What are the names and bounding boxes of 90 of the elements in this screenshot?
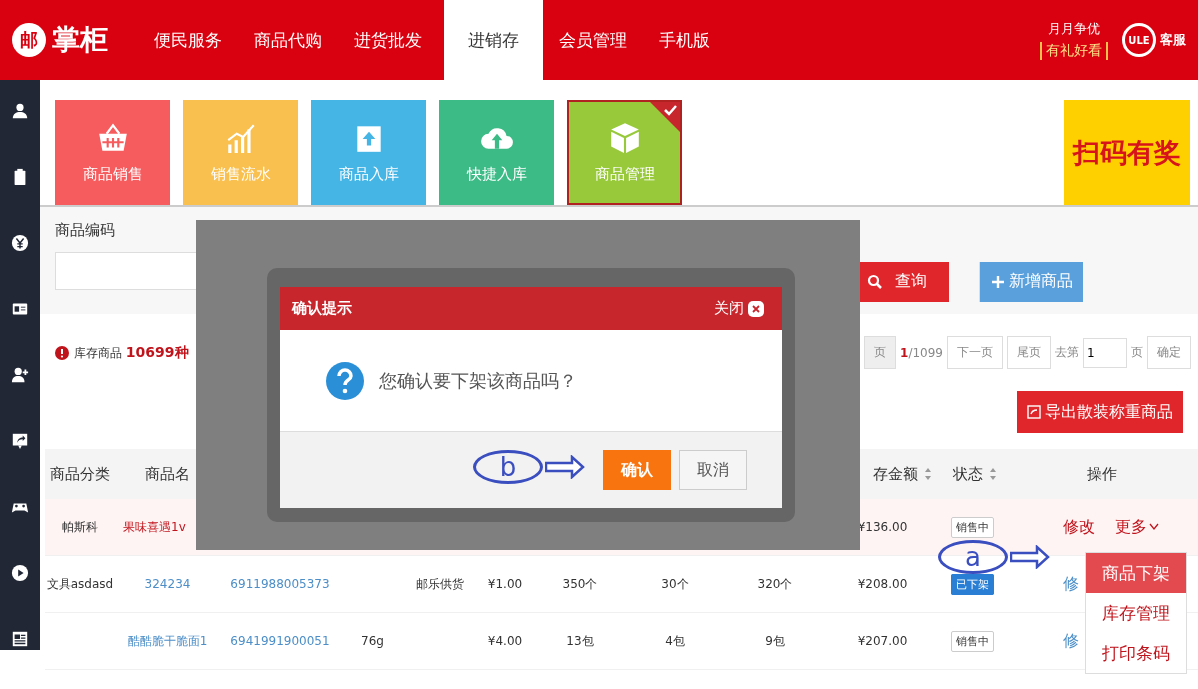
logo-text: 掌柜 (52, 22, 108, 58)
status-tag: 已下架 (951, 573, 994, 595)
edit-link[interactable]: 修 (1063, 630, 1079, 652)
table-cell: ¥207.00 (857, 634, 908, 648)
tile-label: 商品入库 (338, 165, 399, 184)
alert-icon (55, 345, 69, 360)
yen-icon[interactable] (11, 234, 29, 252)
column-header: 商品名 (145, 464, 190, 484)
promo-text[interactable]: 有礼好看 (1040, 42, 1108, 60)
field-label: 商品编码 (55, 221, 116, 240)
promo-banner[interactable]: 扫码有奖 (1064, 100, 1190, 205)
nav-tab[interactable]: 手机版 (643, 0, 726, 80)
table-cell: 9包 (765, 633, 785, 648)
tile-label: 快捷入库 (466, 165, 527, 184)
table-cell: 13包 (566, 633, 594, 648)
status-tag: 销售中 (951, 516, 994, 538)
goto-label: 去第 (1055, 344, 1079, 362)
export-icon (1027, 405, 1041, 419)
table-cell[interactable]: 6911988005373 (230, 577, 330, 591)
quick-tile[interactable]: 快捷入库 (439, 100, 554, 205)
share-icon[interactable] (11, 432, 29, 450)
close-button[interactable]: 关闭 (708, 298, 770, 319)
check-corner-icon (650, 102, 680, 132)
table-cell: 4包 (665, 633, 685, 648)
table-cell: ¥1.00 (487, 577, 523, 591)
logo-mark: 邮 (12, 23, 46, 57)
user-icon[interactable] (11, 102, 29, 120)
callout-label: b (473, 450, 543, 484)
nav-tab[interactable]: 进销存 (444, 0, 543, 80)
table-cell: ¥208.00 (857, 577, 908, 591)
column-header[interactable]: 状态 (953, 464, 997, 484)
dialog-title: 确认提示 (292, 299, 352, 318)
search-icon (867, 273, 883, 290)
page-indicator: 1/1099 (900, 345, 943, 360)
add-product-button[interactable]: 新增商品 (979, 261, 1083, 302)
service-link[interactable]: 客服 (1160, 31, 1186, 49)
table-cell: ¥136.00 (857, 520, 908, 534)
headset-badge-icon[interactable]: ULE (1122, 23, 1156, 57)
news-icon[interactable] (11, 630, 29, 648)
menu-item[interactable]: 商品下架 (1086, 553, 1186, 593)
confirm-page-button[interactable]: 确定 (1147, 336, 1191, 370)
plus-icon (990, 274, 1005, 289)
dialog-message: 您确认要下架该商品吗？ (379, 368, 577, 393)
sort-icon[interactable] (924, 467, 932, 481)
page-suffix: 页 (1131, 344, 1143, 362)
callout-label: a (938, 540, 1008, 574)
next-page-button[interactable]: 下一页 (947, 336, 1003, 370)
chevron-down-icon (1149, 523, 1159, 531)
promo-text[interactable]: 月月争优 (1048, 20, 1100, 38)
table-cell[interactable]: 酷酷脆干脆面1 (127, 633, 208, 648)
page-number-field[interactable]: 1 (1083, 337, 1127, 368)
table-cell: ¥4.00 (487, 634, 523, 648)
cancel-button[interactable]: 取消 (679, 450, 747, 490)
quick-tile[interactable]: 商品销售 (55, 100, 170, 205)
table-cell[interactable]: 果味喜遇1v (123, 519, 186, 534)
table-cell: 350个 (562, 576, 598, 591)
table-cell[interactable]: 6941991900051 (230, 634, 330, 648)
add-user-icon[interactable] (11, 366, 29, 384)
table-cell[interactable]: 324234 (144, 577, 191, 591)
table-cell: 帕斯科 (62, 519, 98, 534)
tile-label: 销售流水 (210, 165, 271, 184)
tile-label: 商品管理 (594, 165, 655, 184)
tile-label: 商品销售 (82, 165, 143, 184)
question-icon (325, 360, 365, 401)
edit-link[interactable]: 修 (1063, 573, 1079, 595)
table-cell: 76g (361, 634, 384, 648)
close-icon (748, 300, 764, 317)
nav-tab[interactable]: 商品代购 (238, 0, 338, 80)
last-page-button[interactable]: 尾页 (1007, 336, 1051, 370)
nav-tab[interactable]: 便民服务 (138, 0, 238, 80)
column-header: 商品分类 (50, 464, 110, 484)
menu-item[interactable]: 打印条码 (1086, 633, 1186, 673)
table-cell: 邮乐供货 (416, 576, 464, 591)
double-arrow-icon (545, 455, 585, 479)
column-header: 操作 (1086, 464, 1117, 484)
stock-count-text: 库存商品 10699种 (74, 343, 189, 362)
nav-tab[interactable]: 会员管理 (543, 0, 643, 80)
table-cell: 30个 (661, 576, 689, 591)
more-link[interactable]: 更多 (1115, 516, 1159, 538)
export-button[interactable]: 导出散装称重商品 (1017, 391, 1183, 433)
prev-page-button[interactable]: 页 (864, 336, 897, 370)
nav-tab[interactable]: 进货批发 (338, 0, 438, 80)
confirm-button[interactable]: 确认 (603, 450, 671, 490)
status-tag: 销售中 (951, 630, 994, 652)
sort-icon[interactable] (989, 467, 997, 481)
play-icon[interactable] (11, 564, 29, 582)
edit-link[interactable]: 修改 (1063, 516, 1095, 538)
column-header[interactable]: 存金额 (873, 464, 932, 484)
table-cell: 文具asdasd (46, 576, 114, 591)
table-cell: 320个 (757, 576, 793, 591)
